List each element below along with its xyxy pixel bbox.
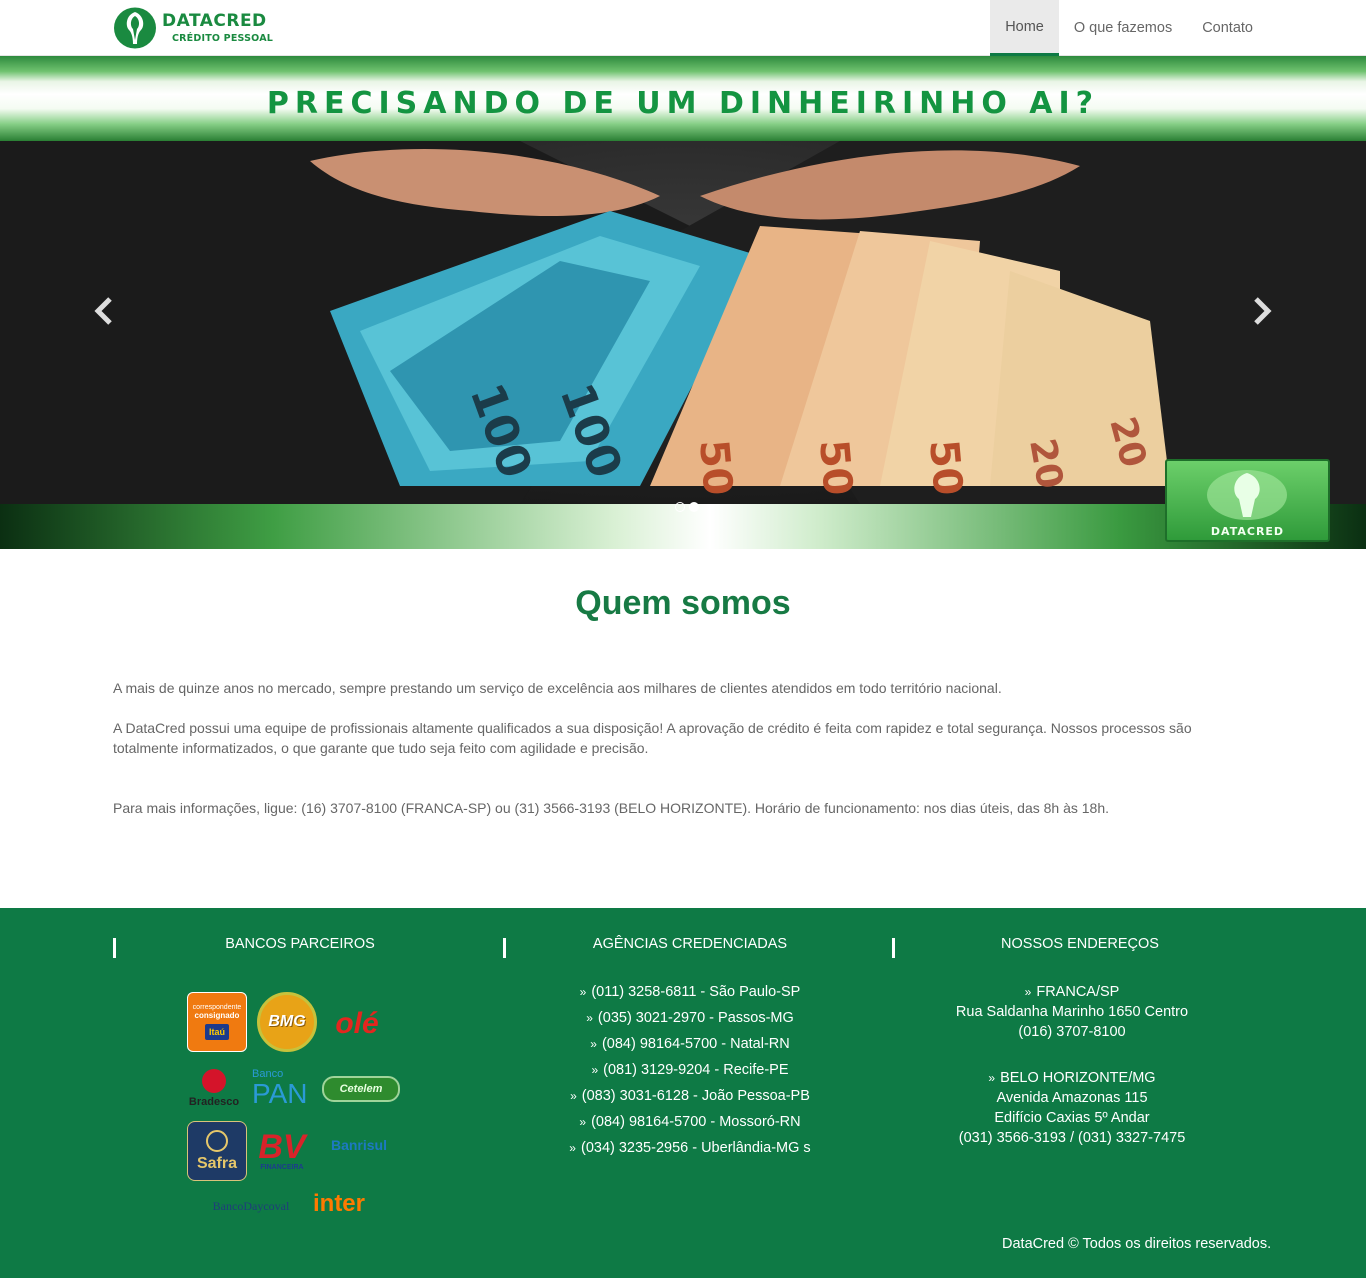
chevron-right-icon: » xyxy=(569,1141,576,1155)
bradesco-logo: Bradesco xyxy=(184,1066,244,1110)
safra-logo: Safra xyxy=(187,1121,247,1181)
pan-name: PAN xyxy=(252,1078,308,1109)
cetelem-name: Cetelem xyxy=(339,1083,383,1095)
copyright: DataCred © Todos os direitos reservados. xyxy=(1002,1236,1272,1252)
agency-text: (081) 3129-9204 - Recife-PE xyxy=(603,1062,789,1078)
chevron-right-icon: » xyxy=(579,1115,587,1129)
agency-item: » (011) 3258-6811 - São Paulo-SP xyxy=(497,984,883,1000)
cetelem-logo: Cetelem xyxy=(322,1076,400,1102)
nav-home[interactable]: Home xyxy=(990,0,1059,56)
addresses-heading: NOSSOS ENDEREÇOS xyxy=(1001,936,1159,952)
carousel-indicator-2[interactable] xyxy=(689,502,699,512)
brand-name: DATACRED xyxy=(162,10,267,31)
agency-item: » (035) 3021-2970 - Passos-MG xyxy=(497,1010,883,1026)
about-paragraph-2: A DataCred possui uma equipe de profissi… xyxy=(113,720,1192,756)
inter-name: inter xyxy=(312,1190,365,1217)
agency-item: » (081) 3129-9204 - Recife-PE xyxy=(497,1062,883,1078)
about-paragraph-1: A mais de quinze anos no mercado, sempre… xyxy=(113,680,1002,696)
money-fan-illustration: 100 100 50 50 50 20 20 xyxy=(0,141,1366,504)
nav-o-que-fazemos[interactable]: O que fazemos xyxy=(1059,0,1187,56)
chevron-right-icon: » xyxy=(1024,985,1032,999)
column-divider xyxy=(113,938,116,958)
agency-text: (035) 3021-2970 - Passos-MG xyxy=(597,1010,794,1026)
address-phone: (031) 3566-3193 / (031) 3327-7475 xyxy=(958,1130,1186,1146)
pan-logo: Banco PAN xyxy=(252,1064,316,1112)
bv-sub: FINANCEIRA xyxy=(260,1163,304,1171)
hero-carousel: PRECISANDO DE UM DINHEIRINHO AI? 100 100 xyxy=(0,56,1366,549)
bv-logo: BV FINANCEIRA xyxy=(254,1123,310,1177)
carousel-next-button[interactable] xyxy=(1246,291,1276,331)
address-city: BELO HORIZONTE/MG xyxy=(1000,1070,1156,1086)
address-line: Edifício Caxias 5º Andar xyxy=(994,1110,1150,1126)
svg-text:50: 50 xyxy=(920,438,971,497)
address-belo-horizonte: » BELO HORIZONTE/MG Avenida Amazonas 115 … xyxy=(895,1068,1249,1148)
agency-text: (083) 3031-6128 - João Pessoa-PB xyxy=(581,1088,810,1104)
itau-line-2: consignado xyxy=(194,1011,240,1020)
nav-contato[interactable]: Contato xyxy=(1187,0,1268,56)
inter-logo: inter xyxy=(304,1188,374,1220)
daycoval-name: BancoDaycoval xyxy=(212,1198,290,1213)
footer: BANCOS PARCEIROS AGÊNCIAS CREDENCIADAS N… xyxy=(0,908,1366,1278)
hero-photo: 100 100 50 50 50 20 20 xyxy=(0,141,1366,504)
about-paragraph-3: Para mais informações, ligue: (16) 3707-… xyxy=(113,800,1110,816)
datacred-logo-icon xyxy=(114,7,156,49)
chevron-right-icon xyxy=(1254,297,1272,325)
chevron-right-icon: » xyxy=(591,1063,599,1077)
safra-name: Safra xyxy=(196,1154,238,1172)
itau-line-1: correspondente xyxy=(192,1004,242,1011)
datacred-badge: DATACRED xyxy=(1165,459,1330,542)
safra-icon xyxy=(206,1129,228,1152)
ole-logo: olé xyxy=(326,1004,388,1044)
address-phone: (016) 3707-8100 xyxy=(1018,1024,1126,1040)
agency-text: (011) 3258-6811 - São Paulo-SP xyxy=(591,984,801,1000)
main-nav: Home O que fazemos Contato xyxy=(990,0,1268,56)
address-line: Avenida Amazonas 115 xyxy=(996,1090,1148,1106)
agency-item: » (034) 3235-2956 - Uberlândia-MG s xyxy=(497,1140,883,1156)
agency-item: » (084) 98164-5700 - Mossoró-RN xyxy=(497,1114,883,1130)
banrisul-logo: Banrisul xyxy=(316,1132,402,1158)
carousel-prev-button[interactable] xyxy=(90,291,120,331)
bmg-name: BMG xyxy=(268,1013,306,1030)
agencies-heading: AGÊNCIAS CREDENCIADAS xyxy=(592,936,788,952)
daycoval-logo: BancoDaycoval xyxy=(208,1194,294,1218)
address-line: Rua Saldanha Marinho 1650 Centro xyxy=(955,1004,1189,1020)
bradesco-name: Bradesco xyxy=(188,1095,240,1108)
agency-item: » (084) 98164-5700 - Natal-RN xyxy=(497,1036,883,1052)
ole-name: olé xyxy=(335,1007,379,1040)
about-title: Quem somos xyxy=(575,584,791,622)
itau-name: Itaú xyxy=(204,1024,229,1040)
itau-logo: correspondente consignado Itaú xyxy=(187,992,247,1052)
banrisul-name: Banrisul xyxy=(330,1137,387,1153)
svg-text:50: 50 xyxy=(810,438,861,497)
carousel-indicators xyxy=(675,502,699,512)
address-city: FRANCA/SP xyxy=(1036,984,1120,1000)
hero-headline: PRECISANDO DE UM DINHEIRINHO AI? xyxy=(266,86,1100,121)
chevron-left-icon xyxy=(94,297,112,325)
carousel-indicator-1[interactable] xyxy=(675,502,685,512)
agency-text: (084) 98164-5700 - Natal-RN xyxy=(601,1036,790,1052)
badge-label: DATACRED xyxy=(1210,525,1285,538)
address-franca: » FRANCA/SP Rua Saldanha Marinho 1650 Cen… xyxy=(895,982,1249,1042)
bmg-logo: BMG xyxy=(257,992,317,1052)
agency-item: » (083) 3031-6128 - João Pessoa-PB xyxy=(497,1088,883,1104)
svg-text:20: 20 xyxy=(1021,435,1070,491)
chevron-right-icon: » xyxy=(570,1089,577,1103)
bv-name: BV xyxy=(258,1127,306,1166)
bradesco-icon xyxy=(202,1068,226,1093)
banks-heading: BANCOS PARCEIROS xyxy=(225,936,375,952)
chevron-right-icon: » xyxy=(586,1011,593,1025)
agency-text: (084) 98164-5700 - Mossoró-RN xyxy=(591,1114,801,1130)
svg-text:50: 50 xyxy=(690,438,741,497)
navbar: DATACRED CRÉDITO PESSOAL Home O que faze… xyxy=(0,0,1366,56)
chevron-right-icon: » xyxy=(590,1037,597,1051)
brand-tagline: CRÉDITO PESSOAL xyxy=(172,32,273,44)
chevron-right-icon: » xyxy=(579,985,587,999)
agency-text: (034) 3235-2956 - Uberlândia-MG s xyxy=(580,1140,811,1156)
brand-logo[interactable]: DATACRED CRÉDITO PESSOAL xyxy=(112,6,273,50)
chevron-right-icon: » xyxy=(988,1071,996,1085)
